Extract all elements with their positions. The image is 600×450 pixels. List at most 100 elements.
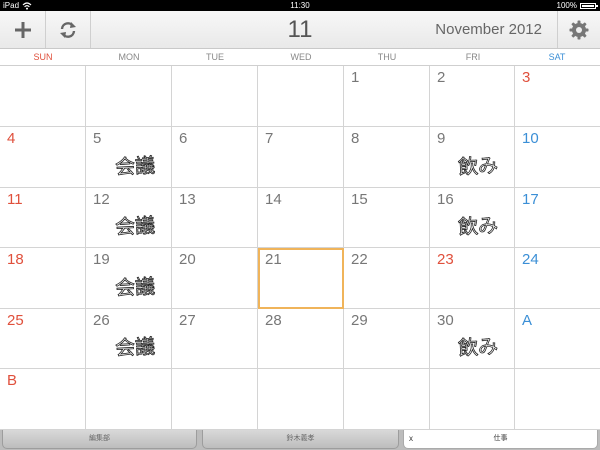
day-cell[interactable]: 15 [344, 188, 430, 248]
day-cell[interactable]: 10 [515, 127, 600, 188]
note-text: 飲み [457, 153, 498, 179]
day-cell[interactable]: 27 [172, 309, 258, 369]
selected-day[interactable]: 11 [255, 11, 345, 48]
day-number: 20 [179, 251, 196, 268]
tab-bar: 編集部 鈴木義孝 x 仕事 [0, 430, 600, 450]
handwritten-note: 飲み [457, 153, 499, 180]
day-cell[interactable]: 4 [0, 127, 86, 188]
day-number: 14 [265, 191, 282, 208]
day-cell[interactable]: 25 [0, 309, 86, 369]
day-number: 29 [351, 312, 368, 329]
weekday-thu: THU [377, 52, 397, 62]
day-number: 19 [93, 251, 110, 268]
day-cell[interactable]: 12 会議 [86, 188, 172, 248]
day-number: 4 [7, 130, 16, 147]
day-cell[interactable] [0, 66, 86, 127]
day-cell[interactable]: 1 [344, 66, 430, 127]
day-cell-today[interactable]: 21 [258, 248, 344, 309]
day-cell[interactable]: 11 [0, 188, 86, 248]
day-cell[interactable]: B [0, 369, 86, 430]
day-cell[interactable] [172, 66, 258, 127]
tab-close-button[interactable]: x [409, 430, 413, 448]
day-cell[interactable]: 28 [258, 309, 344, 369]
day-cell[interactable] [86, 369, 172, 430]
calendar-grid: 1 2 3 4 5 会議 6 7 8 9 飲み 10 11 12 会議 13 14 15 16 飲み 17 18 19 会議 2… [0, 66, 600, 430]
tab-suzuki[interactable]: 鈴木義孝 [202, 430, 399, 449]
handwritten-note: 会議 [114, 153, 156, 180]
day-cell[interactable] [172, 369, 258, 430]
day-cell[interactable]: 16 飲み [430, 188, 515, 248]
day-cell[interactable]: 20 [172, 248, 258, 309]
handwritten-note: 会議 [114, 274, 156, 301]
day-number: 1 [351, 69, 360, 86]
note-text: 会議 [114, 274, 155, 300]
weekday-mon: MON [118, 52, 140, 62]
day-number: 16 [437, 191, 454, 208]
tab-editorial[interactable]: 編集部 [2, 430, 197, 449]
day-number: 21 [265, 251, 282, 268]
day-cell[interactable]: 23 [430, 248, 515, 309]
day-cell[interactable]: A [515, 309, 600, 369]
day-cell[interactable]: 5 会議 [86, 127, 172, 188]
battery-percent: 100% [556, 1, 577, 10]
day-cell[interactable] [258, 369, 344, 430]
weekday-fri: FRI [465, 52, 481, 62]
day-cell[interactable] [430, 369, 515, 430]
day-cell[interactable]: 29 [344, 309, 430, 369]
day-cell[interactable]: 26 会議 [86, 309, 172, 369]
day-number: 28 [265, 312, 282, 329]
status-time: 11:30 [290, 1, 310, 10]
day-cell[interactable] [344, 369, 430, 430]
day-cell[interactable]: 2 [430, 66, 515, 127]
day-number: 24 [522, 251, 539, 268]
note-text: 飲み [457, 334, 498, 360]
note-text: 飲み [457, 213, 498, 239]
day-number: 12 [93, 191, 110, 208]
day-number: 5 [93, 130, 102, 147]
day-cell[interactable]: 9 飲み [430, 127, 515, 188]
note-text: 会議 [114, 153, 155, 179]
day-number: 9 [437, 130, 446, 147]
day-cell[interactable]: 30 飲み [430, 309, 515, 369]
handwritten-note: 会議 [114, 213, 156, 240]
plus-icon [14, 21, 31, 38]
add-button[interactable] [0, 11, 46, 48]
day-cell[interactable] [258, 66, 344, 127]
day-number: 6 [179, 130, 188, 147]
day-cell[interactable]: 22 [344, 248, 430, 309]
day-number: 25 [7, 312, 24, 329]
day-number: 10 [522, 130, 539, 147]
day-cell[interactable]: 8 [344, 127, 430, 188]
day-cell[interactable]: 14 [258, 188, 344, 248]
day-number: 26 [93, 312, 110, 329]
day-cell[interactable]: 6 [172, 127, 258, 188]
day-number: 3 [522, 69, 531, 86]
day-number: 18 [7, 251, 24, 268]
day-cell[interactable]: 19 会議 [86, 248, 172, 309]
refresh-icon [59, 21, 76, 38]
weekday-header: SUN MON TUE WED THU FRI SAT [0, 49, 600, 66]
day-cell[interactable]: 7 [258, 127, 344, 188]
toolbar: 11 November 2012 [0, 11, 600, 49]
settings-button[interactable] [557, 11, 600, 48]
weekday-wed: WED [290, 52, 312, 62]
status-right: 100% [556, 0, 598, 11]
day-cell[interactable]: 24 [515, 248, 600, 309]
battery-fill [582, 4, 594, 7]
day-number: B [7, 372, 18, 389]
day-cell[interactable] [515, 369, 600, 430]
month-label[interactable]: November 2012 [435, 11, 542, 48]
day-number: 7 [265, 130, 274, 147]
tab-label: 鈴木義孝 [286, 435, 315, 442]
tab-work[interactable]: x 仕事 [403, 430, 598, 449]
weekday-tue: TUE [206, 52, 224, 62]
sync-button[interactable] [45, 11, 91, 48]
day-cell[interactable]: 3 [515, 66, 600, 127]
day-number: A [522, 312, 533, 329]
day-cell[interactable] [86, 66, 172, 127]
day-cell[interactable]: 18 [0, 248, 86, 309]
day-number: 17 [522, 191, 539, 208]
handwritten-note: 会議 [114, 334, 156, 361]
day-cell[interactable]: 13 [172, 188, 258, 248]
day-cell[interactable]: 17 [515, 188, 600, 248]
